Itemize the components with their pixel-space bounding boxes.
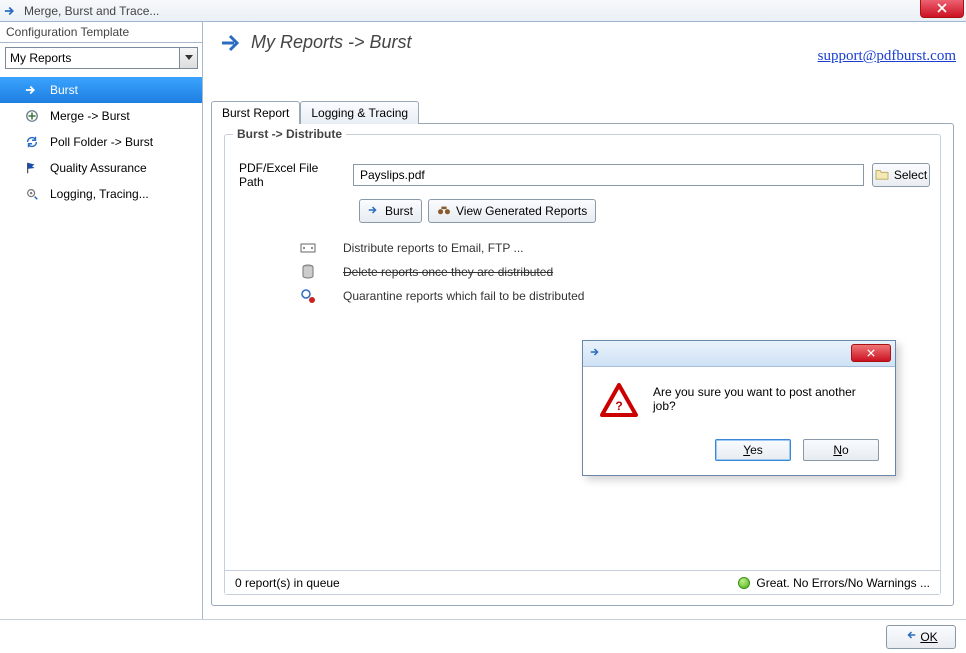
- bottom-bar: OK: [0, 619, 966, 653]
- folder-icon: [875, 168, 889, 183]
- svg-text:?: ?: [615, 399, 622, 413]
- group-legend: Burst -> Distribute: [233, 127, 346, 141]
- sidebar-item-label: Merge -> Burst: [50, 109, 130, 123]
- confirm-dialog: ? Are you sure you want to post another …: [582, 340, 896, 476]
- sidebar-item-label: Logging, Tracing...: [50, 187, 149, 201]
- yes-button[interactable]: Yes: [715, 439, 791, 461]
- main-header: My Reports -> Burst support@pdfburst.com: [203, 22, 962, 72]
- sidebar-item-label: Quality Assurance: [50, 161, 147, 175]
- tab-burst-report[interactable]: Burst Report: [211, 101, 300, 124]
- sidebar-item-label: Poll Folder -> Burst: [50, 135, 153, 149]
- dialog-close-button[interactable]: [851, 344, 891, 362]
- chevron-down-icon: [179, 48, 197, 68]
- template-select[interactable]: My Reports: [5, 47, 198, 69]
- sidebar-item-burst[interactable]: Burst: [0, 77, 202, 103]
- filepath-label: PDF/Excel File Path: [235, 161, 345, 189]
- tabstrip: Burst Report Logging & Tracing: [211, 100, 954, 123]
- arrow-right-icon: [589, 346, 603, 361]
- option-text: Distribute reports to Email, FTP ...: [343, 241, 524, 255]
- window-titlebar: Merge, Burst and Trace...: [0, 0, 966, 22]
- dialog-buttons: Yes No: [583, 429, 895, 475]
- arrow-right-icon: [4, 4, 18, 18]
- view-generated-reports-button[interactable]: View Generated Reports: [428, 199, 596, 223]
- status-text: Great. No Errors/No Warnings ...: [756, 576, 930, 590]
- dialog-body: ? Are you sure you want to post another …: [583, 367, 895, 429]
- distribute-icon: [299, 239, 317, 257]
- arrow-right-icon: [24, 82, 40, 98]
- window-title: Merge, Burst and Trace...: [24, 4, 159, 18]
- breadcrumb: My Reports -> Burst: [251, 32, 412, 53]
- gear-run-icon: [24, 186, 40, 202]
- arrow-right-icon: [221, 34, 243, 52]
- sidebar-item-poll-folder[interactable]: Poll Folder -> Burst: [0, 129, 202, 155]
- option-quarantine: Quarantine reports which fail to be dist…: [235, 287, 930, 305]
- option-text: Quarantine reports which fail to be dist…: [343, 289, 584, 303]
- quarantine-icon: [299, 287, 317, 305]
- sidebar-item-quality-assurance[interactable]: Quality Assurance: [0, 155, 202, 181]
- template-select-value: My Reports: [10, 51, 71, 65]
- main-area: My Reports -> Burst support@pdfburst.com…: [203, 22, 962, 619]
- action-buttons-row: Burst View Generated Reports: [359, 199, 930, 223]
- select-file-button[interactable]: Select: [872, 163, 930, 187]
- sidebar-header: Configuration Template: [0, 22, 202, 43]
- warning-icon: ?: [599, 383, 639, 419]
- arrow-right-icon: [368, 204, 380, 219]
- refresh-icon: [24, 134, 40, 150]
- option-text: Delete reports once they are distributed: [343, 265, 553, 279]
- window-close-button[interactable]: [920, 0, 964, 18]
- arrow-left-icon: [904, 629, 916, 644]
- dialog-titlebar: [583, 341, 895, 367]
- status-ok-icon: [738, 577, 750, 589]
- no-button[interactable]: No: [803, 439, 879, 461]
- plus-circle-icon: [24, 108, 40, 124]
- filepath-row: PDF/Excel File Path Select: [235, 161, 930, 189]
- status-bar: 0 report(s) in queue Great. No Errors/No…: [225, 570, 940, 594]
- option-delete: Delete reports once they are distributed: [235, 263, 930, 281]
- sidebar-item-merge-burst[interactable]: Merge -> Burst: [0, 103, 202, 129]
- sidebar: Configuration Template My Reports Burst …: [0, 22, 203, 619]
- trash-icon: [299, 263, 317, 281]
- flag-icon: [24, 160, 40, 176]
- queue-status: 0 report(s) in queue: [235, 576, 340, 590]
- binoculars-icon: [437, 204, 451, 219]
- ok-button[interactable]: OK: [886, 625, 956, 649]
- sidebar-items: Burst Merge -> Burst Poll Folder -> Burs…: [0, 75, 202, 207]
- tab-logging-tracing[interactable]: Logging & Tracing: [300, 101, 419, 124]
- sidebar-item-logging-tracing[interactable]: Logging, Tracing...: [0, 181, 202, 207]
- sidebar-item-label: Burst: [50, 83, 78, 97]
- dialog-message: Are you sure you want to post another jo…: [653, 383, 879, 419]
- support-link[interactable]: support@pdfburst.com: [818, 48, 956, 65]
- burst-button[interactable]: Burst: [359, 199, 422, 223]
- option-distribute: Distribute reports to Email, FTP ...: [235, 239, 930, 257]
- filepath-input[interactable]: [353, 164, 864, 186]
